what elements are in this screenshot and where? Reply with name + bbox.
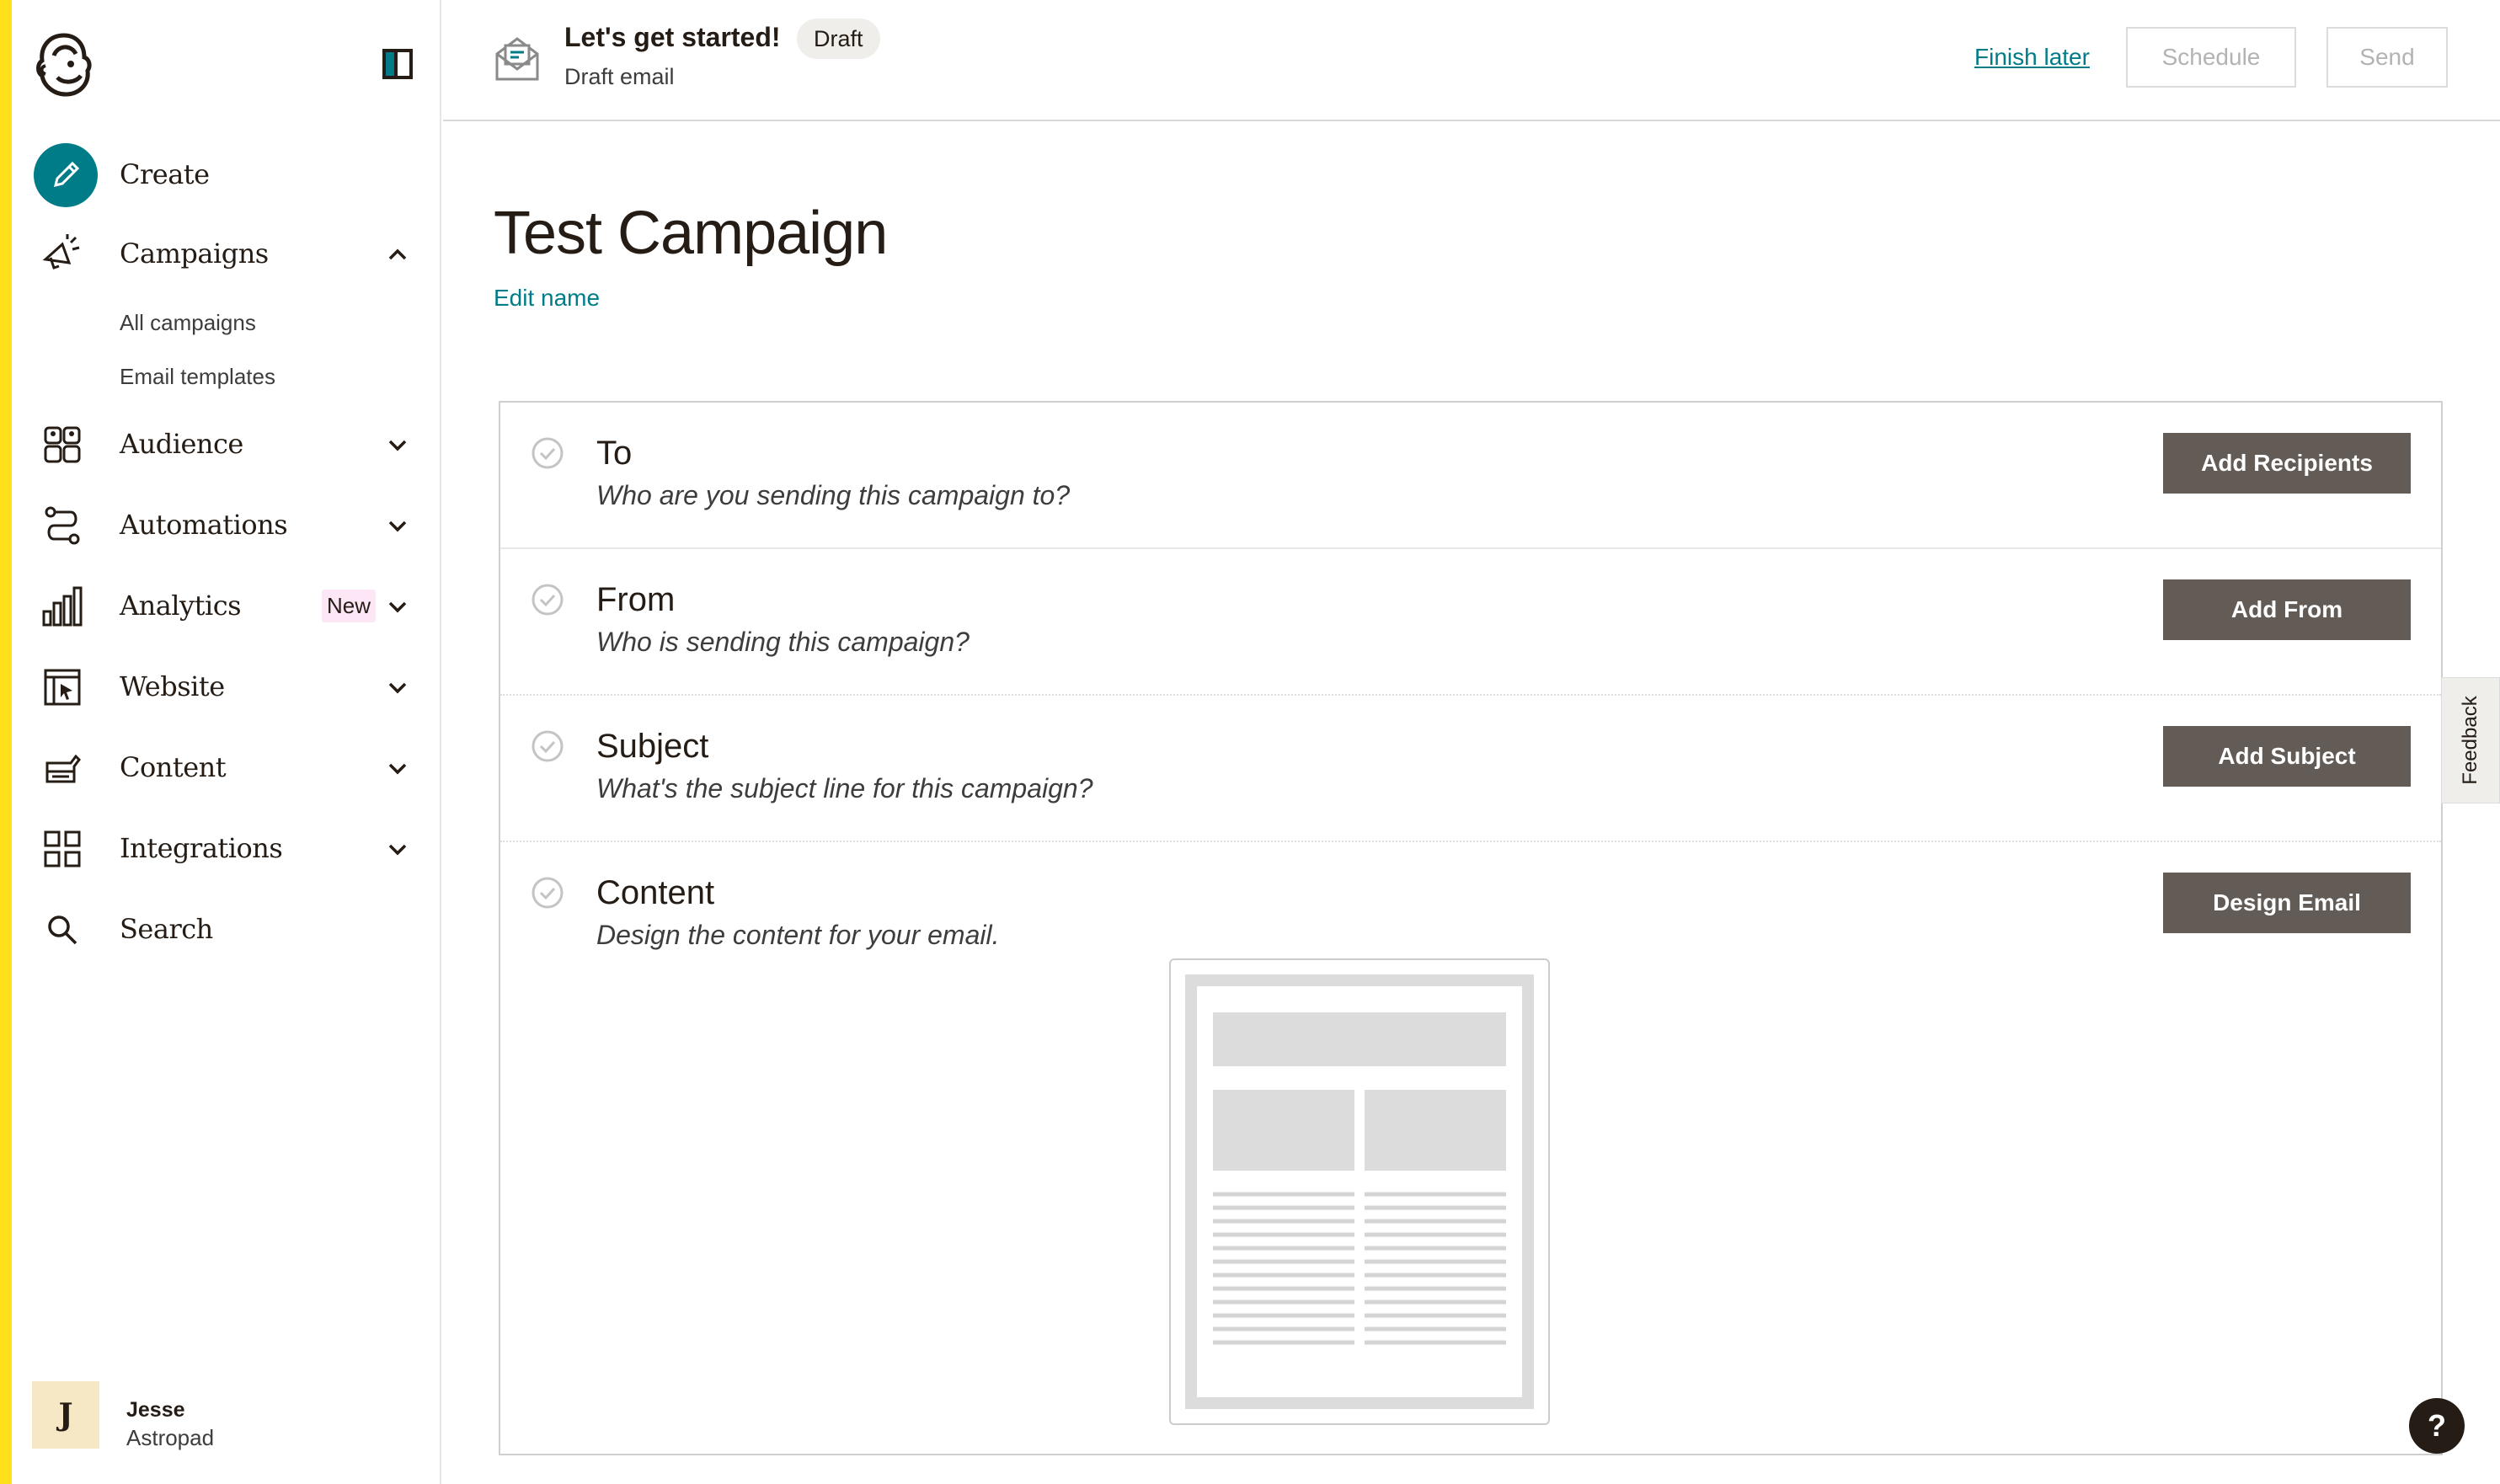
sidebar-item-integrations[interactable]: Integrations — [12, 815, 441, 883]
checklist-row-subject: Subject What's the subject line for this… — [500, 696, 2441, 841]
chevron-down-icon[interactable] — [386, 675, 409, 699]
send-button[interactable]: Send — [2326, 27, 2448, 88]
sidebar-item-label: Audience — [120, 428, 243, 460]
add-from-button[interactable]: Add From — [2163, 579, 2411, 640]
row-description: Who are you sending this campaign to? — [596, 480, 1071, 510]
sidebar-item-label: Integrations — [120, 832, 283, 864]
row-description: Design the content for your email. — [596, 920, 1000, 950]
row-description: Who is sending this campaign? — [596, 627, 970, 657]
row-title: Content — [596, 874, 715, 911]
sidebar-item-label: Analytics — [120, 590, 242, 622]
row-description: What's the subject line for this campaig… — [596, 773, 1093, 803]
chevron-down-icon[interactable] — [386, 433, 409, 456]
check-circle-icon — [531, 583, 564, 617]
pencil-icon — [53, 161, 80, 188]
feedback-tab[interactable]: Feedback — [2441, 677, 2500, 803]
row-title: To — [596, 435, 633, 472]
chevron-down-icon[interactable] — [386, 514, 409, 537]
subnav-email-templates[interactable]: Email templates — [120, 364, 275, 390]
freddie-logo-icon[interactable] — [32, 30, 96, 98]
automations-icon — [42, 505, 83, 546]
user-last-name: Astropad — [126, 1425, 215, 1450]
email-layout-thumbnail-icon — [1185, 974, 1534, 1409]
sidebar-item-search[interactable]: Search — [12, 896, 441, 964]
accent-strip — [0, 0, 12, 1484]
page-title: Let's get started! — [564, 22, 781, 52]
row-title: Subject — [596, 728, 709, 765]
sidebar-collapse-icon[interactable] — [382, 49, 413, 79]
create-label[interactable]: Create — [120, 158, 210, 190]
sidebar-item-label: Campaigns — [120, 238, 269, 270]
user-first-name: Jesse — [126, 1398, 185, 1422]
add-subject-button[interactable]: Add Subject — [2163, 726, 2411, 787]
megaphone-icon — [42, 234, 83, 275]
add-recipients-button[interactable]: Add Recipients — [2163, 433, 2411, 494]
sidebar-item-website[interactable]: Website — [12, 654, 441, 721]
checklist-row-to: To Who are you sending this campaign to?… — [500, 403, 2441, 547]
sidebar-item-content[interactable]: Content — [12, 734, 441, 802]
grid-icon — [42, 829, 83, 869]
sidebar-item-label: Content — [120, 751, 227, 783]
subnav-all-campaigns[interactable]: All campaigns — [120, 310, 256, 336]
sidebar-item-label: Automations — [120, 509, 288, 541]
website-icon — [42, 667, 83, 707]
sidebar-item-automations[interactable]: Automations — [12, 492, 441, 559]
edit-name-link[interactable]: Edit name — [494, 285, 600, 312]
chevron-down-icon[interactable] — [386, 756, 409, 780]
check-circle-icon — [531, 729, 564, 763]
page-subtitle: Draft email — [564, 64, 675, 89]
status-badge: Draft — [797, 19, 880, 59]
content-icon — [42, 748, 83, 788]
schedule-button[interactable]: Schedule — [2126, 27, 2296, 88]
sidebar: Create Campaigns All campaigns Email tem… — [12, 0, 441, 1484]
chevron-down-icon[interactable] — [386, 837, 409, 861]
bar-chart-icon — [42, 586, 83, 627]
audience-icon — [42, 424, 83, 465]
create-button[interactable] — [34, 143, 98, 207]
sidebar-item-campaigns[interactable]: Campaigns — [12, 221, 441, 288]
top-header: Let's get started! Draft Draft email Fin… — [443, 0, 2500, 121]
user-profile[interactable]: J Jesse Astropad — [32, 1381, 428, 1452]
check-circle-icon — [531, 876, 564, 910]
checklist-row-from: From Who is sending this campaign? Add F… — [500, 549, 2441, 694]
chevron-down-icon[interactable] — [386, 595, 409, 618]
sidebar-item-audience[interactable]: Audience — [12, 411, 441, 478]
sidebar-item-label: Search — [120, 913, 213, 945]
email-template-preview[interactable] — [1169, 958, 1550, 1425]
email-envelope-icon — [494, 34, 541, 84]
feedback-label: Feedback — [2459, 696, 2481, 785]
campaign-checklist: To Who are you sending this campaign to?… — [499, 401, 2443, 1455]
design-email-button[interactable]: Design Email — [2163, 873, 2411, 933]
sidebar-item-analytics[interactable]: Analytics New — [12, 573, 441, 640]
check-circle-icon — [531, 436, 564, 470]
campaign-title: Test Campaign — [494, 200, 888, 267]
search-icon — [42, 910, 83, 950]
chevron-up-icon[interactable] — [386, 243, 409, 266]
avatar: J — [32, 1381, 99, 1449]
sidebar-item-label: Website — [120, 670, 225, 702]
new-badge: New — [322, 590, 377, 622]
row-title: From — [596, 581, 676, 618]
help-button[interactable]: ? — [2409, 1398, 2465, 1454]
finish-later-link[interactable]: Finish later — [1974, 44, 2090, 71]
